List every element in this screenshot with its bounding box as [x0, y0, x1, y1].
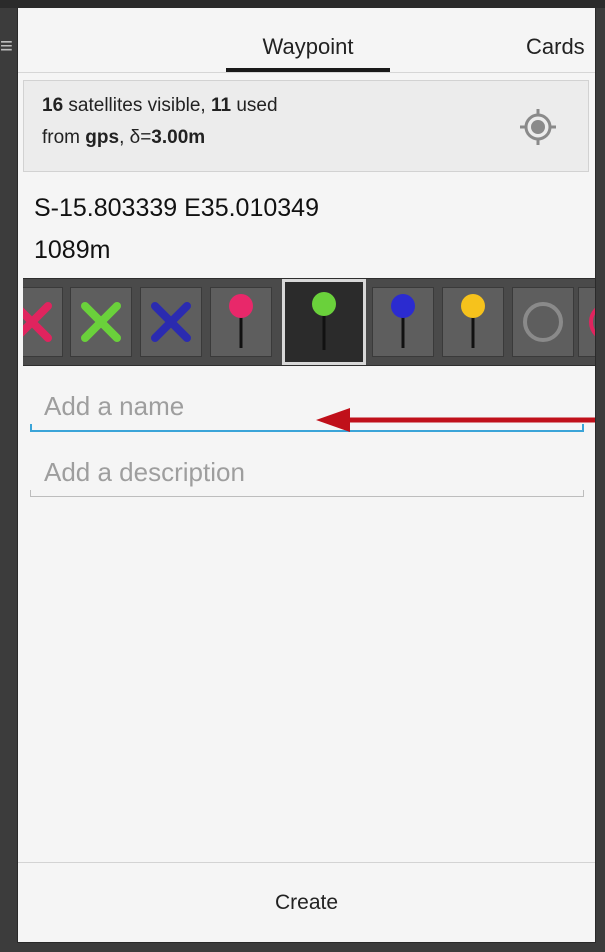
marker-option[interactable]	[210, 287, 272, 357]
cross-marker-icon	[23, 302, 52, 342]
marker-option[interactable]	[372, 287, 434, 357]
marker-option[interactable]	[442, 287, 504, 357]
marker-option[interactable]	[23, 287, 63, 357]
marker-option[interactable]	[140, 287, 202, 357]
gps-satellite-line: 16 satellites visible, 11 used	[42, 95, 278, 117]
circle-marker-icon	[523, 302, 563, 342]
gps-source: gps	[85, 127, 120, 148]
circle-marker-icon	[589, 307, 595, 337]
gps-accuracy: 3.00m	[151, 127, 206, 148]
satellites-visible-text: satellites visible,	[63, 95, 211, 116]
tab-waypoint[interactable]: Waypoint	[226, 8, 390, 72]
tab-waypoint-indicator	[226, 68, 390, 72]
dialog-footer: Create	[18, 862, 595, 942]
tab-cards[interactable]: Cards	[526, 8, 595, 72]
gps-delta-text: , δ=	[119, 127, 152, 148]
annotation-arrow-icon	[316, 408, 595, 432]
marker-option[interactable]	[70, 287, 132, 357]
cross-marker-icon	[151, 302, 191, 342]
pin-marker-icon	[391, 294, 415, 348]
waypoint-dialog: Waypoint Cards 16 satellites visible, 11…	[18, 8, 595, 942]
marker-option-selected[interactable]	[282, 279, 366, 365]
marker-option[interactable]	[512, 287, 574, 357]
gps-locate-icon[interactable]	[518, 107, 558, 147]
gps-status-panel: 16 satellites visible, 11 used from gps,…	[23, 80, 589, 172]
tab-bar: Waypoint Cards	[18, 8, 595, 73]
create-button[interactable]: Create	[18, 863, 595, 942]
pin-marker-icon	[229, 294, 253, 348]
marker-style-picker[interactable]	[23, 278, 595, 366]
pin-marker-icon	[312, 292, 336, 350]
gps-from-text: from	[42, 127, 86, 148]
pin-marker-icon	[461, 294, 485, 348]
background-status-strip	[0, 0, 605, 8]
gps-source-line: from gps, δ=3.00m	[42, 127, 205, 149]
background-menu-icon: ≡	[0, 33, 13, 58]
satellites-visible-count: 16	[42, 95, 64, 116]
marker-option[interactable]	[578, 287, 595, 357]
description-field-container	[30, 450, 595, 497]
location-coordinates: S-15.803339 E35.010349	[34, 194, 319, 222]
location-altitude: 1089m	[34, 236, 111, 264]
satellites-used-count: 11	[210, 95, 232, 116]
description-input[interactable]	[30, 450, 595, 494]
cross-marker-icon	[81, 302, 121, 342]
satellites-used-text: used	[231, 95, 278, 116]
